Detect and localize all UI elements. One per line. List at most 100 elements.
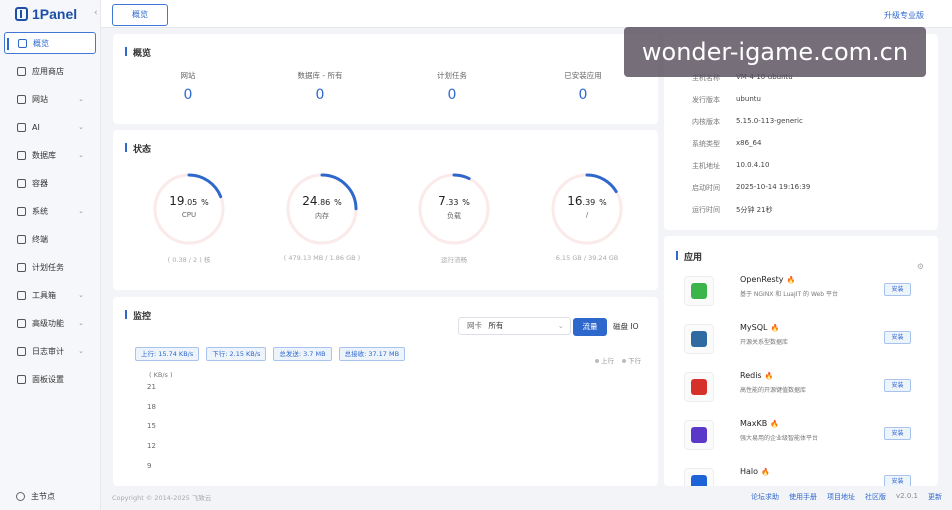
hot-icon: 🔥 xyxy=(764,372,774,380)
network-card-select[interactable]: 网卡 所有 ⌄ xyxy=(458,317,571,335)
edition-label[interactable]: 社区版 xyxy=(865,492,886,502)
settings-icon[interactable]: ⚙ xyxy=(917,262,924,271)
info-key: 主机地址 xyxy=(692,162,720,170)
install-button[interactable]: 安装 xyxy=(884,379,911,392)
sidebar-item-label: AI xyxy=(32,122,40,132)
traffic-tag: 上行: 15.74 KB/s xyxy=(135,347,200,361)
gauge-2[interactable]: 7.33 % 负载 xyxy=(415,170,493,248)
update-link[interactable]: 更新 xyxy=(928,492,942,502)
info-key: 启动时间 xyxy=(692,184,720,192)
app-card[interactable]: MaxKB 🔥 强大易用的企业级智能体平台 安装 xyxy=(684,416,924,456)
stat-databases[interactable]: 数据库 - 所有 0 xyxy=(255,70,385,103)
app-description: 开源关系型数据库 xyxy=(740,339,789,346)
status-title: 状态 xyxy=(125,142,151,155)
sidebar-item-11[interactable]: 日志审计 ⌄ xyxy=(4,340,96,362)
gauge-detail: ( 479.13 MB / 1.86 GB ) xyxy=(283,254,361,262)
y-tick-label: 18 xyxy=(147,403,156,411)
overview-title: 概览 xyxy=(125,46,151,59)
terminal-icon xyxy=(17,234,26,244)
toolbox-icon xyxy=(17,290,26,300)
select-value: 所有 xyxy=(488,321,504,330)
sidebar-item-10[interactable]: 高级功能 ⌄ xyxy=(4,312,96,334)
sidebar-item-8[interactable]: 计划任务 xyxy=(4,256,96,278)
sidebar-item-6[interactable]: 系统 ⌄ xyxy=(4,200,96,222)
app-icon xyxy=(684,372,714,402)
info-key: 发行版本 xyxy=(692,96,720,104)
info-value: 5分钟 21秒 xyxy=(736,206,773,214)
chevron-down-icon: ⌄ xyxy=(78,319,84,327)
info-value: x86_64 xyxy=(736,139,762,147)
sidebar-item-label: 高级功能 xyxy=(32,318,64,328)
upgrade-pro-link[interactable]: 升级专业版 xyxy=(884,10,924,21)
sidebar-item-9[interactable]: 工具箱 ⌄ xyxy=(4,284,96,306)
stat-websites[interactable]: 网站 0 xyxy=(123,70,253,103)
app-card[interactable]: Redis 🔥 高性能的开源键值数据库 安装 xyxy=(684,368,924,408)
traffic-button[interactable]: 流量 xyxy=(573,318,607,336)
system-info-row: 主机地址 10.0.4.10 xyxy=(692,161,769,171)
sidebar-item-label: 系统 xyxy=(32,206,48,216)
sidebar-item-label: 计划任务 xyxy=(32,262,64,272)
project-link[interactable]: 项目地址 xyxy=(827,492,855,502)
gauge-name: / xyxy=(585,211,589,219)
sidebar-item-1[interactable]: 应用商店 xyxy=(4,60,96,82)
system-info-row: 运行时间 5分钟 21秒 xyxy=(692,205,773,215)
logo-icon xyxy=(15,7,28,21)
disk-io-button[interactable]: 磁盘 IO xyxy=(613,318,639,336)
sidebar-item-4[interactable]: 数据库 ⌄ xyxy=(4,144,96,166)
forum-link[interactable]: 论坛求助 xyxy=(751,492,779,502)
hot-icon: 🔥 xyxy=(770,420,779,428)
settings-icon xyxy=(17,374,26,384)
stat-label: 数据库 - 所有 xyxy=(297,71,343,80)
home-icon xyxy=(18,38,27,48)
sidebar-item-7[interactable]: 终端 xyxy=(4,228,96,250)
app-name: OpenResty 🔥 xyxy=(740,275,796,284)
sidebar-item-12[interactable]: 面板设置 xyxy=(4,368,96,390)
legend-down[interactable]: 下行 xyxy=(622,355,641,365)
chevron-down-icon: ⌄ xyxy=(78,123,84,131)
manual-link[interactable]: 使用手册 xyxy=(789,492,817,502)
y-tick-label: 21 xyxy=(147,383,156,391)
chevron-down-icon: ⌄ xyxy=(78,151,84,159)
sidebar-item-0[interactable]: 概览 xyxy=(4,32,96,54)
legend-up[interactable]: 上行 xyxy=(595,355,614,365)
sidebar-item-5[interactable]: 容器 xyxy=(4,172,96,194)
chevron-down-icon: ⌄ xyxy=(78,95,84,103)
info-key: 系统类型 xyxy=(692,140,720,148)
stat-value: 0 xyxy=(315,87,325,103)
stat-value: 0 xyxy=(578,87,588,103)
gauge-3[interactable]: 16.39 % / xyxy=(548,170,626,248)
sidebar-item-2[interactable]: 网站 ⌄ xyxy=(4,88,96,110)
container-icon xyxy=(17,178,26,188)
install-button[interactable]: 安装 xyxy=(884,331,911,344)
gauge-value: 7.33 % xyxy=(438,194,470,208)
system-info-row: 内核版本 5.15.0-113-generic xyxy=(692,117,803,127)
sidebar-item-3[interactable]: AI ⌄ xyxy=(4,116,96,138)
chart-unit: ( KB/s ) xyxy=(149,371,173,379)
tab-overview[interactable]: 概览 xyxy=(112,4,168,26)
gauge-0[interactable]: 19.05 % CPU xyxy=(150,170,228,248)
watermark: wonder-igame.com.cn xyxy=(624,27,926,77)
install-button[interactable]: 安装 xyxy=(884,427,911,440)
sidebar-item-label: 容器 xyxy=(32,178,48,188)
overview-panel: 概览 网站 0 数据库 - 所有 0 计划任务 0 已安装应用 0 xyxy=(113,34,658,124)
system-info-row: 发行版本 ubuntu xyxy=(692,95,761,105)
y-tick-label: 12 xyxy=(147,442,156,450)
collapse-sidebar-icon[interactable]: ‹ xyxy=(94,8,98,18)
app-name: Halo 🔥 xyxy=(740,467,770,476)
chevron-down-icon: ⌄ xyxy=(78,347,84,355)
system-info-row: 系统类型 x86_64 xyxy=(692,139,761,149)
sidebar-node-switch[interactable]: 主节点 xyxy=(16,491,55,502)
sidebar-item-label: 终端 xyxy=(32,234,48,244)
app-card[interactable]: MySQL 🔥 开源关系型数据库 安装 xyxy=(684,320,924,360)
app-card[interactable]: OpenResty 🔥 基于 NGINX 和 LuaJIT 的 Web 平台 安装 xyxy=(684,272,924,312)
stat-label: 网站 xyxy=(180,71,196,80)
info-key: 内核版本 xyxy=(692,118,720,126)
install-button[interactable]: 安装 xyxy=(884,283,911,296)
gauge-value: 19.05 % xyxy=(169,194,209,208)
gauge-name: 内存 xyxy=(315,212,329,220)
y-tick-label: 15 xyxy=(147,422,156,430)
info-value: 2025-10-14 19:16:39 xyxy=(736,183,811,191)
stat-cron-jobs[interactable]: 计划任务 0 xyxy=(387,70,517,103)
gauge-1[interactable]: 24.86 % 内存 xyxy=(283,170,361,248)
logo[interactable]: 1Panel xyxy=(0,0,100,28)
